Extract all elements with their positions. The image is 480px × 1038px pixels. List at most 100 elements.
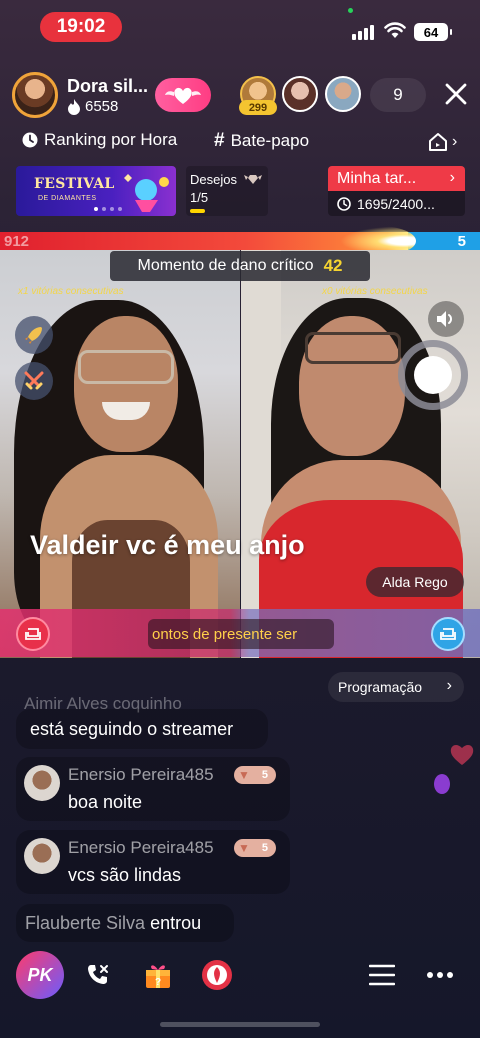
desires-progress-bar: [190, 209, 205, 213]
top-viewer-badge: 299: [239, 100, 277, 115]
critical-damage-count: 42: [323, 256, 343, 275]
user-entered-notice: Flauberte Silva entrou: [16, 904, 234, 942]
more-dots-icon: [427, 972, 453, 978]
chevron-right-icon: ›: [449, 169, 455, 186]
pk-left-score: 912: [4, 233, 30, 250]
right-seat-button[interactable]: [431, 617, 465, 651]
programacao-label: Programação: [338, 679, 423, 695]
my-task-widget[interactable]: Minha tar... › 1695/2400...: [328, 166, 465, 216]
chat-user-avatar[interactable]: [24, 765, 60, 801]
rocket-icon: [25, 327, 42, 344]
chat-user-name[interactable]: Enersio Pereira485: [68, 838, 214, 858]
chat-user-avatar[interactable]: [24, 838, 60, 874]
gift-ticker-text: ontos de presente ser: [148, 619, 334, 649]
left-seat-button[interactable]: [16, 617, 50, 651]
host-figure-glasses: [78, 350, 174, 384]
speaker-icon: [437, 311, 452, 327]
volume-button[interactable]: [428, 301, 464, 337]
host-figure-face: [74, 316, 178, 452]
chat-message[interactable]: Enersio Pereira485 ▼ 5 vcs são lindas: [16, 830, 290, 894]
floating-heart-icon: [450, 745, 474, 765]
hash-icon: #: [214, 130, 225, 151]
wifi-icon: [384, 22, 406, 38]
hamburger-menu-icon: [369, 964, 395, 986]
red-orb-icon: [202, 960, 232, 990]
follow-button[interactable]: [155, 78, 211, 112]
chat-message-text: está seguindo o streamer: [30, 719, 234, 739]
call-button[interactable]: [78, 955, 118, 995]
chat-user-level: 5: [261, 769, 268, 781]
battery-icon: 64: [414, 23, 452, 41]
clock-icon: [22, 132, 38, 148]
room-home-button[interactable]: ›: [428, 132, 457, 152]
user-entered-text: Flauberte Silva entrou: [25, 913, 201, 934]
left-win-streak: x1 vitórias consecutivas: [18, 286, 124, 297]
host-likes: 6558: [67, 98, 118, 115]
pk-button[interactable]: PK: [16, 951, 64, 999]
chat-message-text: vcs são lindas: [68, 865, 182, 885]
chat-user-name[interactable]: Enersio Pereira485: [68, 765, 214, 785]
viewer-count-button[interactable]: 9: [370, 78, 426, 112]
cell-signal-icon: [352, 24, 374, 40]
home-indicator[interactable]: [160, 1022, 320, 1027]
host-video[interactable]: [0, 250, 240, 658]
sofa-icon: [440, 628, 456, 640]
flame-icon: [68, 98, 80, 115]
host-likes-count: 6558: [85, 98, 119, 115]
my-task-progress: 1695/2400...: [328, 191, 465, 216]
top-viewer-avatar-2[interactable]: [282, 76, 318, 112]
menu-button[interactable]: [362, 955, 402, 995]
gem-icon: ▼: [238, 768, 250, 782]
magic-button[interactable]: [197, 955, 237, 995]
close-icon[interactable]: [442, 80, 470, 108]
phone-call-icon: [88, 965, 108, 984]
camera-indicator-dot: [348, 8, 353, 13]
host-avatar[interactable]: [12, 72, 58, 118]
chat-message[interactable]: Enersio Pereira485 ▼ 5 boa noite: [16, 757, 290, 821]
sofa-icon: [25, 628, 41, 640]
crossed-swords-icon: [24, 371, 44, 390]
festival-mascot-icon: [124, 174, 169, 212]
host-name: Dora sil...: [67, 76, 149, 96]
entered-action: entrou: [150, 913, 202, 933]
entered-user-name[interactable]: Flauberte Silva: [25, 913, 145, 933]
my-task-header[interactable]: Minha tar... ›: [328, 166, 465, 191]
rocket-button[interactable]: [15, 316, 53, 354]
pk-right-score: 5: [457, 233, 466, 250]
assistive-touch-inner: [414, 356, 452, 394]
battle-swords-button[interactable]: [15, 362, 53, 400]
hourly-ranking-link[interactable]: Ranking por Hora: [22, 130, 177, 150]
desires-value: 1/5: [190, 190, 209, 205]
status-time: 19:02: [40, 12, 122, 42]
chevron-right-icon: ›: [446, 677, 452, 694]
chat-message[interactable]: está seguindo o streamer: [16, 709, 268, 749]
svg-text:?: ?: [155, 977, 161, 988]
gift-button[interactable]: ?: [138, 955, 178, 995]
chat-user-level-badge: ▼ 5: [234, 839, 276, 857]
hourly-ranking-label: Ranking por Hora: [44, 130, 178, 149]
chat-user-level-badge: ▼ 5: [234, 766, 276, 784]
chat-link[interactable]: # Bate-papo: [214, 130, 309, 152]
banner-page-dots: [94, 207, 122, 211]
featured-comment: Valdeir vc é meu anjo: [30, 530, 305, 560]
floating-balloon-icon: [434, 774, 450, 794]
chat-user-level: 5: [261, 842, 268, 854]
festival-banner[interactable]: FESTIVAL DE DIAMANTES: [16, 166, 176, 216]
right-win-streak: x0 vitórias consecutivas: [322, 286, 428, 297]
top-viewer-avatar-3[interactable]: [325, 76, 361, 112]
festival-title: FESTIVAL: [34, 176, 115, 192]
my-task-label: Minha tar...: [337, 169, 417, 187]
my-task-progress-text: 1695/2400...: [357, 195, 435, 212]
guest-figure-glasses: [305, 332, 401, 364]
desires-label: Desejos: [190, 172, 237, 187]
clock-outline-icon: [337, 196, 351, 211]
winged-gem-icon: [244, 175, 262, 184]
guest-name-tag[interactable]: Alda Rego: [366, 567, 464, 597]
more-button[interactable]: [420, 955, 460, 995]
gift-box-icon: ?: [146, 965, 170, 988]
desires-widget[interactable]: Desejos 1/5: [186, 166, 268, 216]
house-icon: [429, 133, 447, 151]
chevron-right-icon: ›: [452, 133, 458, 150]
gem-icon: ▼: [238, 841, 250, 855]
programacao-button[interactable]: Programação ›: [328, 672, 464, 702]
